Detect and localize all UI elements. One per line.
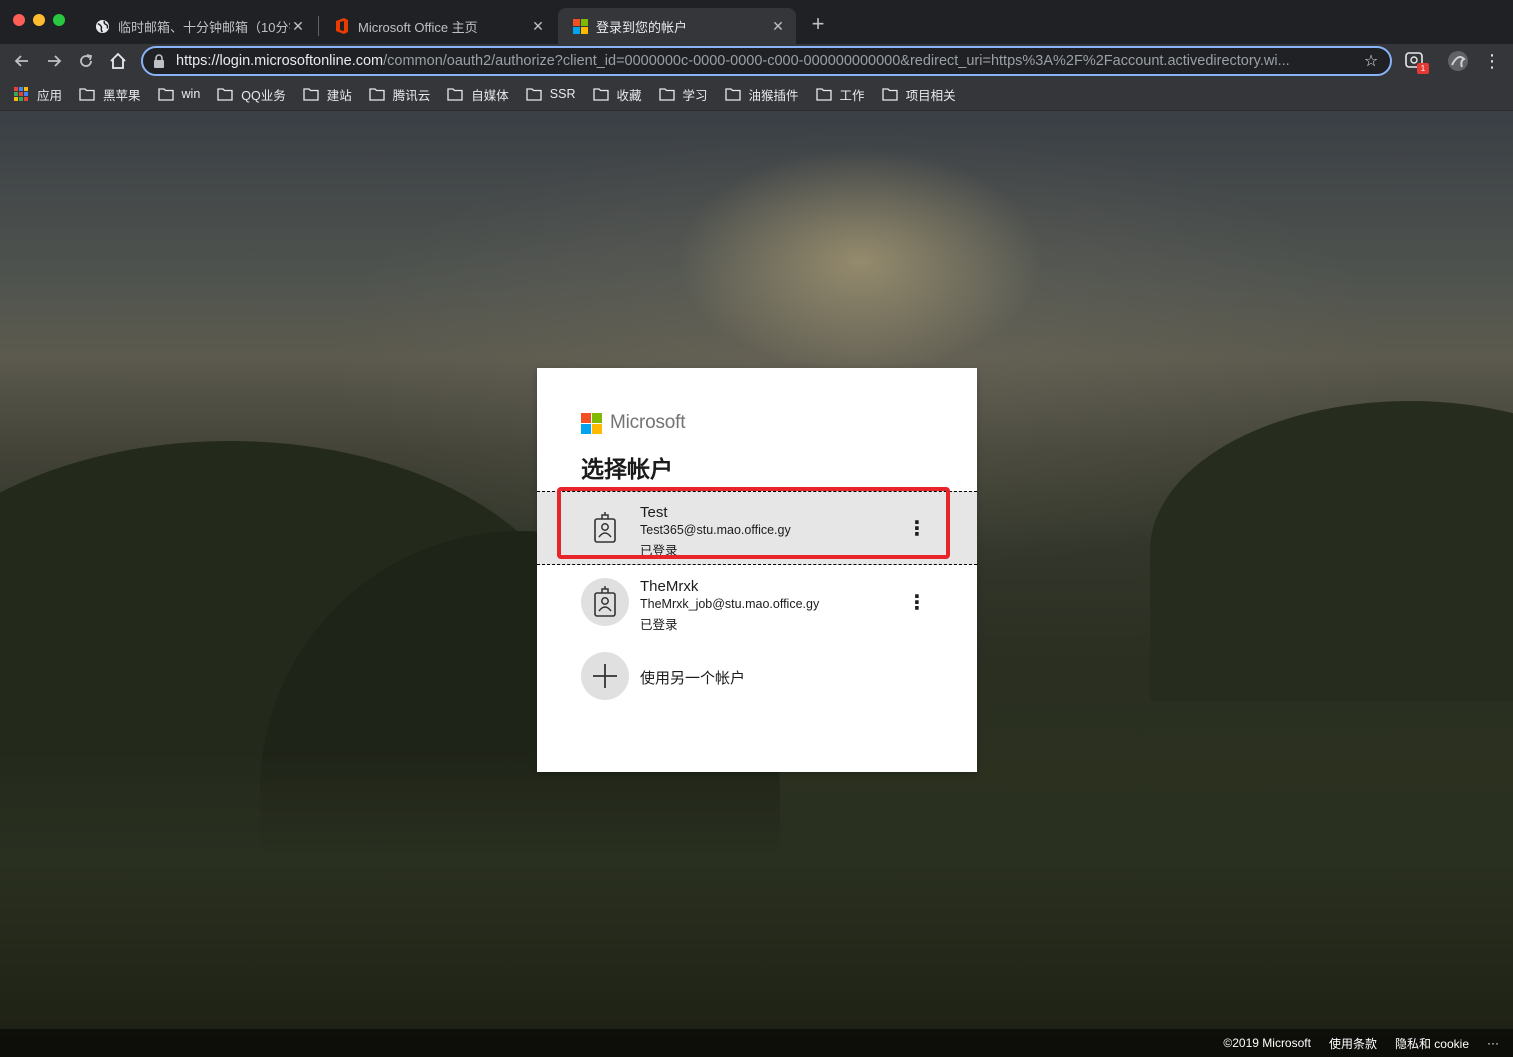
folder-icon — [447, 88, 463, 101]
bookmark-label: 腾讯云 — [392, 88, 431, 103]
folder-icon — [592, 88, 609, 101]
browser-toolbar: https://login.microsoftonline.com/common… — [0, 44, 1513, 78]
bookmark-folder[interactable]: 工作 — [815, 85, 865, 104]
bookmark-folder[interactable]: QQ业务 — [217, 85, 286, 104]
account-status: 已登录 — [640, 618, 678, 632]
folder-icon — [303, 88, 319, 101]
more-options-icon[interactable]: ⋮ — [905, 588, 929, 618]
profile-avatar[interactable] — [1447, 50, 1469, 72]
folder-icon — [815, 88, 832, 101]
bookmark-folder[interactable]: 黑苹果 — [79, 85, 141, 104]
apps-grid-icon — [14, 87, 28, 101]
browser-tab-strip: 临时邮箱、十分钟邮箱（10分钟 ✕ Microsoft Office 主页 ✕ … — [0, 0, 1513, 44]
folder-icon — [369, 88, 385, 101]
folder-icon — [217, 88, 233, 101]
address-bar[interactable]: https://login.microsoftonline.com/common… — [141, 46, 1392, 76]
bookmark-label: 油猴插件 — [748, 88, 799, 103]
bookmark-folder[interactable]: 项目相关 — [881, 85, 956, 104]
grass-foreground — [0, 751, 1513, 1057]
account-badge-icon — [581, 578, 629, 626]
url-text: https://login.microsoftonline.com/common… — [176, 53, 1290, 69]
bookmark-folder[interactable]: win — [157, 87, 201, 101]
globe-icon — [94, 18, 110, 34]
bookmark-label: SSR — [549, 87, 576, 101]
bookmark-folder[interactable]: 自媒体 — [447, 85, 509, 104]
tab-title: 登录到您的帐户 — [596, 19, 688, 35]
home-icon[interactable] — [105, 48, 131, 74]
red-highlight-box — [557, 487, 950, 559]
back-arrow-icon[interactable] — [9, 48, 35, 74]
plus-icon — [581, 652, 629, 700]
terms-link[interactable]: 使用条款 — [1329, 1035, 1377, 1052]
new-tab-button[interactable]: + — [808, 12, 828, 36]
bookmark-folder[interactable]: 建站 — [303, 85, 352, 104]
page-footer: ©2019 Microsoft 使用条款 隐私和 cookie ··· — [0, 1029, 1513, 1057]
privacy-link[interactable]: 隐私和 cookie — [1395, 1035, 1469, 1052]
window-close-button[interactable] — [13, 14, 25, 26]
bookmark-folder[interactable]: SSR — [526, 87, 576, 101]
folder-icon — [658, 88, 675, 101]
extension-badge: 1 — [1417, 63, 1429, 74]
bookmark-label: 工作 — [839, 88, 865, 103]
microsoft-logo-icon — [581, 412, 602, 434]
lock-icon[interactable] — [153, 54, 167, 68]
bookmark-apps[interactable]: 应用 — [14, 85, 62, 104]
bookmark-label: 项目相关 — [905, 88, 956, 103]
background-hill — [1150, 401, 1513, 701]
signin-card: Microsoft 选择帐户 Test Test365@stu.mao.offi… — [537, 368, 977, 772]
office-icon — [334, 18, 350, 34]
tab-title: 临时邮箱、十分钟邮箱（10分钟 — [118, 19, 290, 35]
account-tile-themrxk[interactable]: TheMrxk TheMrxk_job@stu.mao.office.gy 已登… — [537, 566, 977, 640]
bookmark-label: 学习 — [682, 88, 708, 103]
bookmark-label: 建站 — [326, 88, 352, 103]
bookmark-label: 收藏 — [616, 88, 642, 103]
folder-icon — [526, 88, 542, 101]
footer-more-button[interactable]: ··· — [1487, 1036, 1499, 1050]
bookmark-label: QQ业务 — [241, 88, 286, 103]
tab-close-icon[interactable]: ✕ — [530, 18, 546, 35]
tab-temp-mail[interactable]: 临时邮箱、十分钟邮箱（10分钟 ✕ — [80, 8, 316, 44]
bookmark-folder[interactable]: 收藏 — [592, 85, 642, 104]
reload-icon[interactable] — [73, 48, 99, 74]
brand-name: Microsoft — [610, 412, 686, 433]
tab-title: Microsoft Office 主页 — [358, 19, 478, 35]
microsoft-logo-icon — [572, 18, 588, 34]
tab-divider — [318, 16, 319, 36]
bookmarks-bar: 应用 黑苹果 win QQ业务 建站 腾讯云 自媒体 SSR 收藏 学习 油猴插… — [0, 78, 1513, 111]
page-title: 选择帐户 — [581, 456, 673, 482]
bookmark-folder[interactable]: 学习 — [658, 85, 708, 104]
bookmark-star-icon[interactable]: ☆ — [1362, 51, 1380, 71]
window-minimize-button[interactable] — [33, 14, 45, 26]
use-another-account-label: 使用另一个帐户 — [640, 670, 746, 687]
browser-menu-icon[interactable]: ⋮ — [1482, 48, 1502, 74]
copyright-text: ©2019 Microsoft — [1223, 1036, 1311, 1050]
tab-close-icon[interactable]: ✕ — [290, 18, 306, 35]
folder-icon — [79, 88, 95, 101]
folder-icon — [157, 88, 174, 101]
folder-icon — [724, 88, 741, 101]
bookmark-folder[interactable]: 腾讯云 — [369, 85, 431, 104]
bookmark-label: 自媒体 — [471, 88, 509, 103]
bookmark-folder[interactable]: 油猴插件 — [724, 85, 799, 104]
use-another-account-button[interactable]: 使用另一个帐户 — [537, 652, 977, 702]
microsoft-brand: Microsoft — [581, 412, 685, 434]
bookmark-label: 黑苹果 — [103, 88, 141, 103]
folder-icon — [881, 88, 898, 101]
tab-office-home[interactable]: Microsoft Office 主页 ✕ — [320, 8, 556, 44]
account-email: TheMrxk_job@stu.mao.office.gy — [640, 597, 820, 611]
bookmark-label: 应用 — [37, 88, 63, 103]
tab-signin[interactable]: 登录到您的帐户 ✕ — [558, 8, 796, 44]
tab-close-icon[interactable]: ✕ — [770, 18, 786, 35]
window-zoom-button[interactable] — [53, 14, 65, 26]
account-name: TheMrxk — [640, 578, 699, 595]
bookmark-label: win — [181, 87, 201, 101]
forward-arrow-icon[interactable] — [41, 48, 67, 74]
